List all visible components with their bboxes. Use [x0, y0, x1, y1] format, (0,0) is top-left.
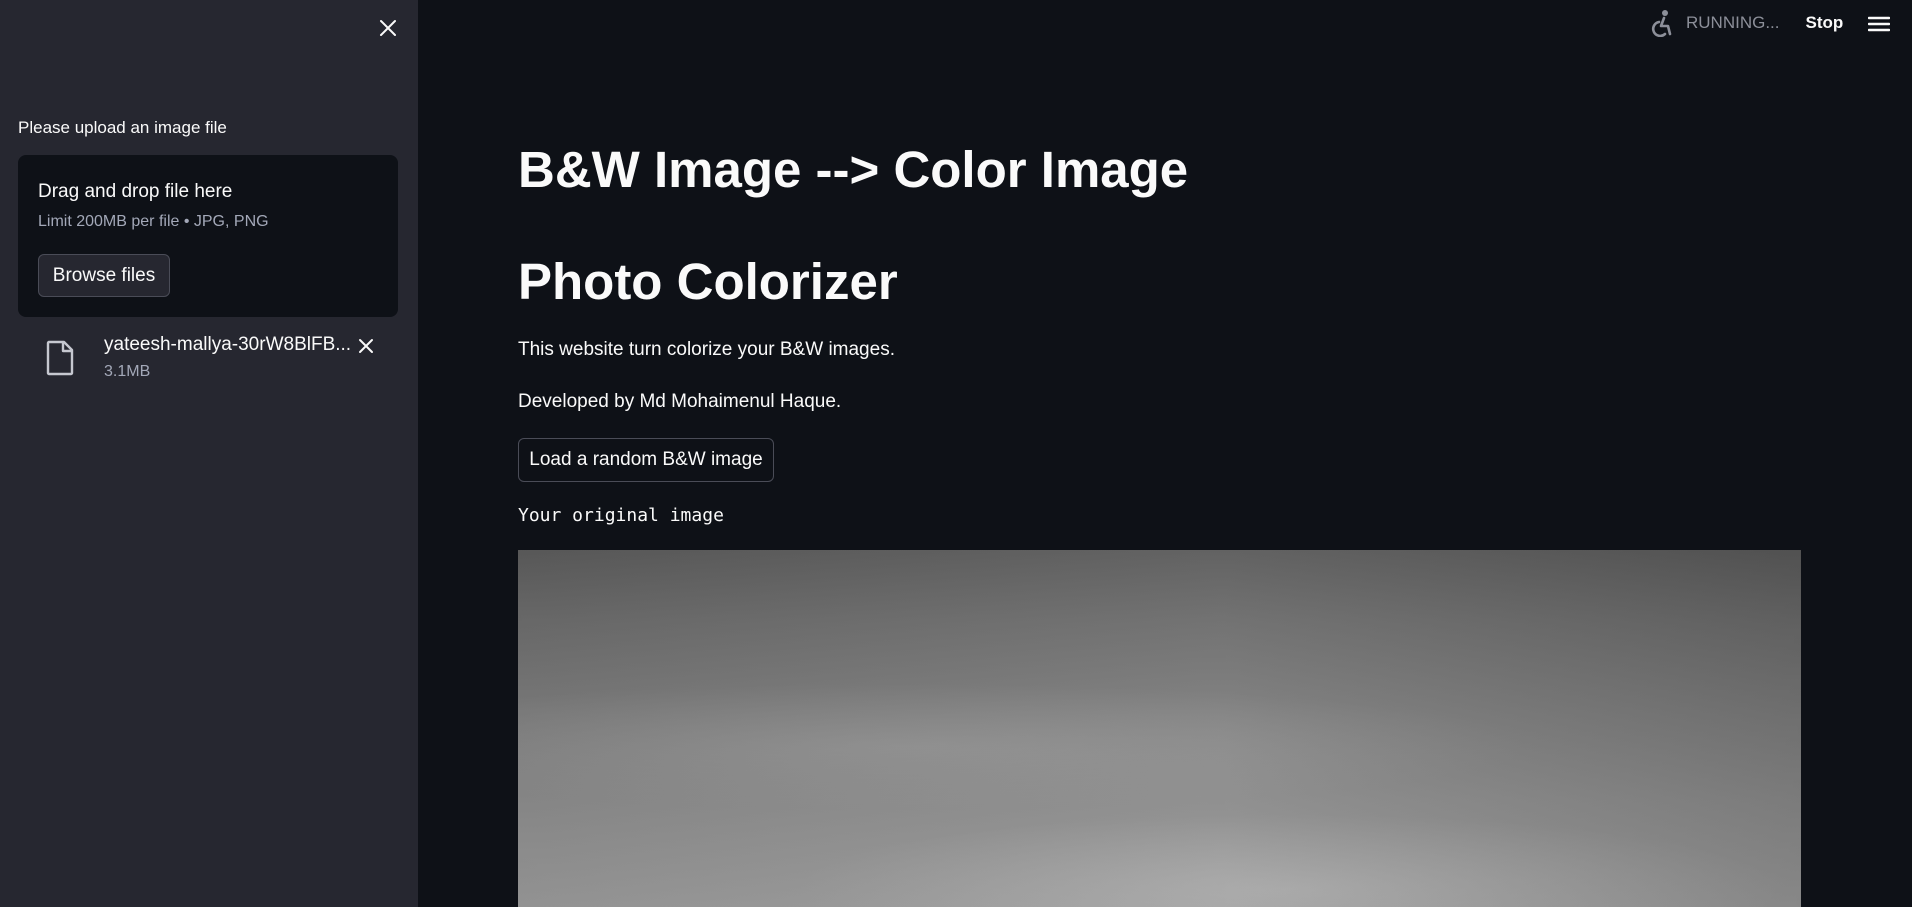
credit-text: Developed by Md Mohaimenul Haque. — [518, 391, 842, 412]
sidebar: Please upload an image file Drag and dro… — [0, 0, 418, 907]
uploader-label: Please upload an image file — [18, 118, 227, 137]
page-subtitle: Photo Colorizer — [518, 253, 898, 310]
close-icon — [359, 339, 373, 353]
sidebar-close-button[interactable] — [372, 12, 404, 44]
app: Please upload an image file Drag and dro… — [0, 0, 1912, 907]
stop-button[interactable]: Stop — [1806, 13, 1844, 33]
original-image — [518, 550, 1801, 907]
dropzone-title: Drag and drop file here — [38, 181, 233, 202]
file-size: 3.1MB — [104, 363, 151, 380]
description-text: This website turn colorize your B&W imag… — [518, 339, 895, 360]
dropzone-limit: Limit 200MB per file • JPG, PNG — [38, 213, 269, 230]
file-dropzone[interactable]: Drag and drop file here Limit 200MB per … — [18, 155, 398, 317]
browse-files-button[interactable]: Browse files — [38, 254, 170, 297]
main-content: B&W Image --> Color Image Photo Colorize… — [518, 0, 1802, 907]
remove-file-button[interactable] — [352, 332, 380, 360]
load-random-image-button[interactable]: Load a random B&W image — [518, 438, 774, 482]
image-caption: Your original image — [518, 505, 724, 526]
file-name: yateesh-mallya-30rW8BlFB... — [104, 334, 352, 355]
main-menu-button[interactable] — [1864, 10, 1894, 38]
hamburger-menu-icon — [1868, 16, 1890, 32]
page-title: B&W Image --> Color Image — [518, 141, 1189, 198]
close-icon — [380, 20, 396, 36]
file-icon — [46, 340, 74, 376]
uploaded-file-item: yateesh-mallya-30rW8BlFB... 3.1MB — [18, 330, 398, 390]
